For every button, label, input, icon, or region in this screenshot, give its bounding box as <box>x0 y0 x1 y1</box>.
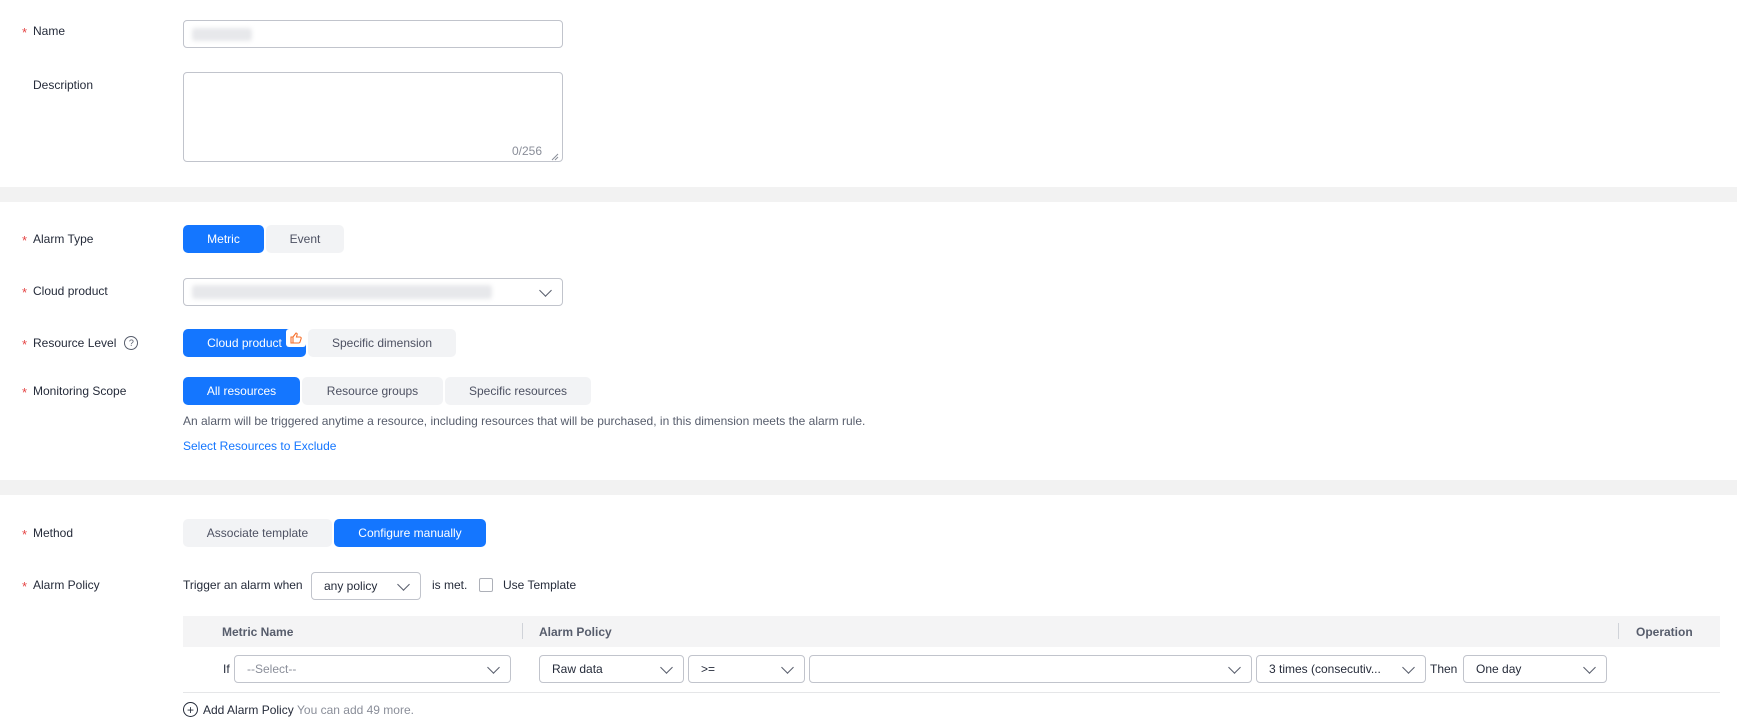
plus-circle-icon: + <box>183 702 198 717</box>
policy-table-header <box>183 616 1720 647</box>
description-counter: 0/256 <box>511 144 542 158</box>
operator-select[interactable]: >= <box>688 655 805 683</box>
trigger-prefix-text: Trigger an alarm when <box>183 578 303 592</box>
use-template-label: Use Template <box>503 578 577 592</box>
data-type-select[interactable]: Raw data <box>539 655 684 683</box>
alarm-type-label: * Alarm Type <box>22 232 94 248</box>
scope-specific-resources[interactable]: Specific resources <box>445 377 591 405</box>
trigger-suffix-text: is met. <box>432 578 468 592</box>
use-template-checkbox[interactable] <box>479 578 493 592</box>
required-marker: * <box>22 284 28 300</box>
column-metric-name: Metric Name <box>222 624 294 639</box>
required-marker: * <box>22 578 28 594</box>
required-marker: * <box>22 526 28 542</box>
trigger-condition-value: any policy <box>324 579 378 593</box>
name-value-redacted <box>192 28 252 41</box>
monitoring-scope-hint: An alarm will be triggered anytime a res… <box>183 414 866 428</box>
add-alarm-policy-label: Add Alarm Policy <box>203 702 294 717</box>
alarm-policy-label: * Alarm Policy <box>22 578 100 594</box>
consecutive-times-select[interactable]: 3 times (consecutiv... <box>1256 655 1426 683</box>
select-resources-to-exclude-link[interactable]: Select Resources to Exclude <box>183 439 336 453</box>
description-label: Description <box>33 78 94 92</box>
monitoring-scope-label: * Monitoring Scope <box>22 384 127 400</box>
required-marker: * <box>22 384 28 400</box>
cloud-product-value-redacted <box>192 285 492 299</box>
resource-level-label: * Resource Level ? <box>22 333 139 353</box>
alarm-period-value: One day <box>1476 662 1522 676</box>
chevron-down-icon <box>397 577 410 591</box>
metric-name-select[interactable]: --Select-- <box>234 655 511 683</box>
method-configure-manually[interactable]: Configure manually <box>334 519 486 547</box>
chevron-down-icon <box>781 660 794 674</box>
chevron-down-icon <box>1402 660 1415 674</box>
scope-all-resources[interactable]: All resources <box>183 377 300 405</box>
alarm-type-event[interactable]: Event <box>266 225 344 253</box>
add-alarm-policy-button[interactable]: + Add Alarm Policy <box>183 702 294 717</box>
section-divider <box>0 480 1737 495</box>
help-icon[interactable]: ? <box>124 336 139 350</box>
name-input[interactable] <box>183 20 563 48</box>
operator-value: >= <box>701 662 716 676</box>
column-alarm-policy: Alarm Policy <box>539 624 612 639</box>
chevron-down-icon <box>1228 660 1241 674</box>
column-divider <box>522 623 523 639</box>
name-label: * Name <box>22 24 66 40</box>
recommended-thumbs-up-icon <box>286 329 306 347</box>
required-marker: * <box>22 336 28 352</box>
cloud-product-label: * Cloud product <box>22 284 108 300</box>
chevron-down-icon <box>487 660 500 674</box>
alarm-type-metric[interactable]: Metric <box>183 225 264 253</box>
alarm-period-select[interactable]: One day <box>1463 655 1607 683</box>
chevron-down-icon <box>1583 660 1596 674</box>
method-toggle: Associate template Configure manually <box>183 519 486 547</box>
cloud-product-select[interactable] <box>183 278 563 306</box>
if-label: If <box>223 662 230 676</box>
chevron-down-icon <box>539 283 552 297</box>
method-associate-template[interactable]: Associate template <box>183 519 332 547</box>
column-operation: Operation <box>1636 624 1693 639</box>
threshold-select[interactable] <box>809 655 1252 683</box>
required-marker: * <box>22 24 28 40</box>
method-label: * Method <box>22 526 74 542</box>
monitoring-scope-toggle: All resources Resource groups Specific r… <box>183 377 591 405</box>
data-type-value: Raw data <box>552 662 603 676</box>
alarm-type-toggle: Metric Event <box>183 225 344 253</box>
description-textarea[interactable]: 0/256 <box>183 72 563 162</box>
section-divider <box>0 187 1737 202</box>
required-marker: * <box>22 232 28 248</box>
resize-handle-icon[interactable] <box>551 150 559 161</box>
column-divider <box>1618 623 1619 639</box>
add-policy-remaining-hint: You can add 49 more. <box>297 703 414 717</box>
chevron-down-icon <box>660 660 673 674</box>
trigger-condition-select[interactable]: any policy <box>311 572 421 600</box>
resource-level-toggle: Cloud product Specific dimension <box>183 329 456 357</box>
metric-placeholder: --Select-- <box>247 662 297 676</box>
scope-resource-groups[interactable]: Resource groups <box>302 377 443 405</box>
then-label: Then <box>1430 662 1458 676</box>
consecutive-times-value: 3 times (consecutiv... <box>1269 662 1381 676</box>
resource-level-specific-dimension[interactable]: Specific dimension <box>308 329 456 357</box>
